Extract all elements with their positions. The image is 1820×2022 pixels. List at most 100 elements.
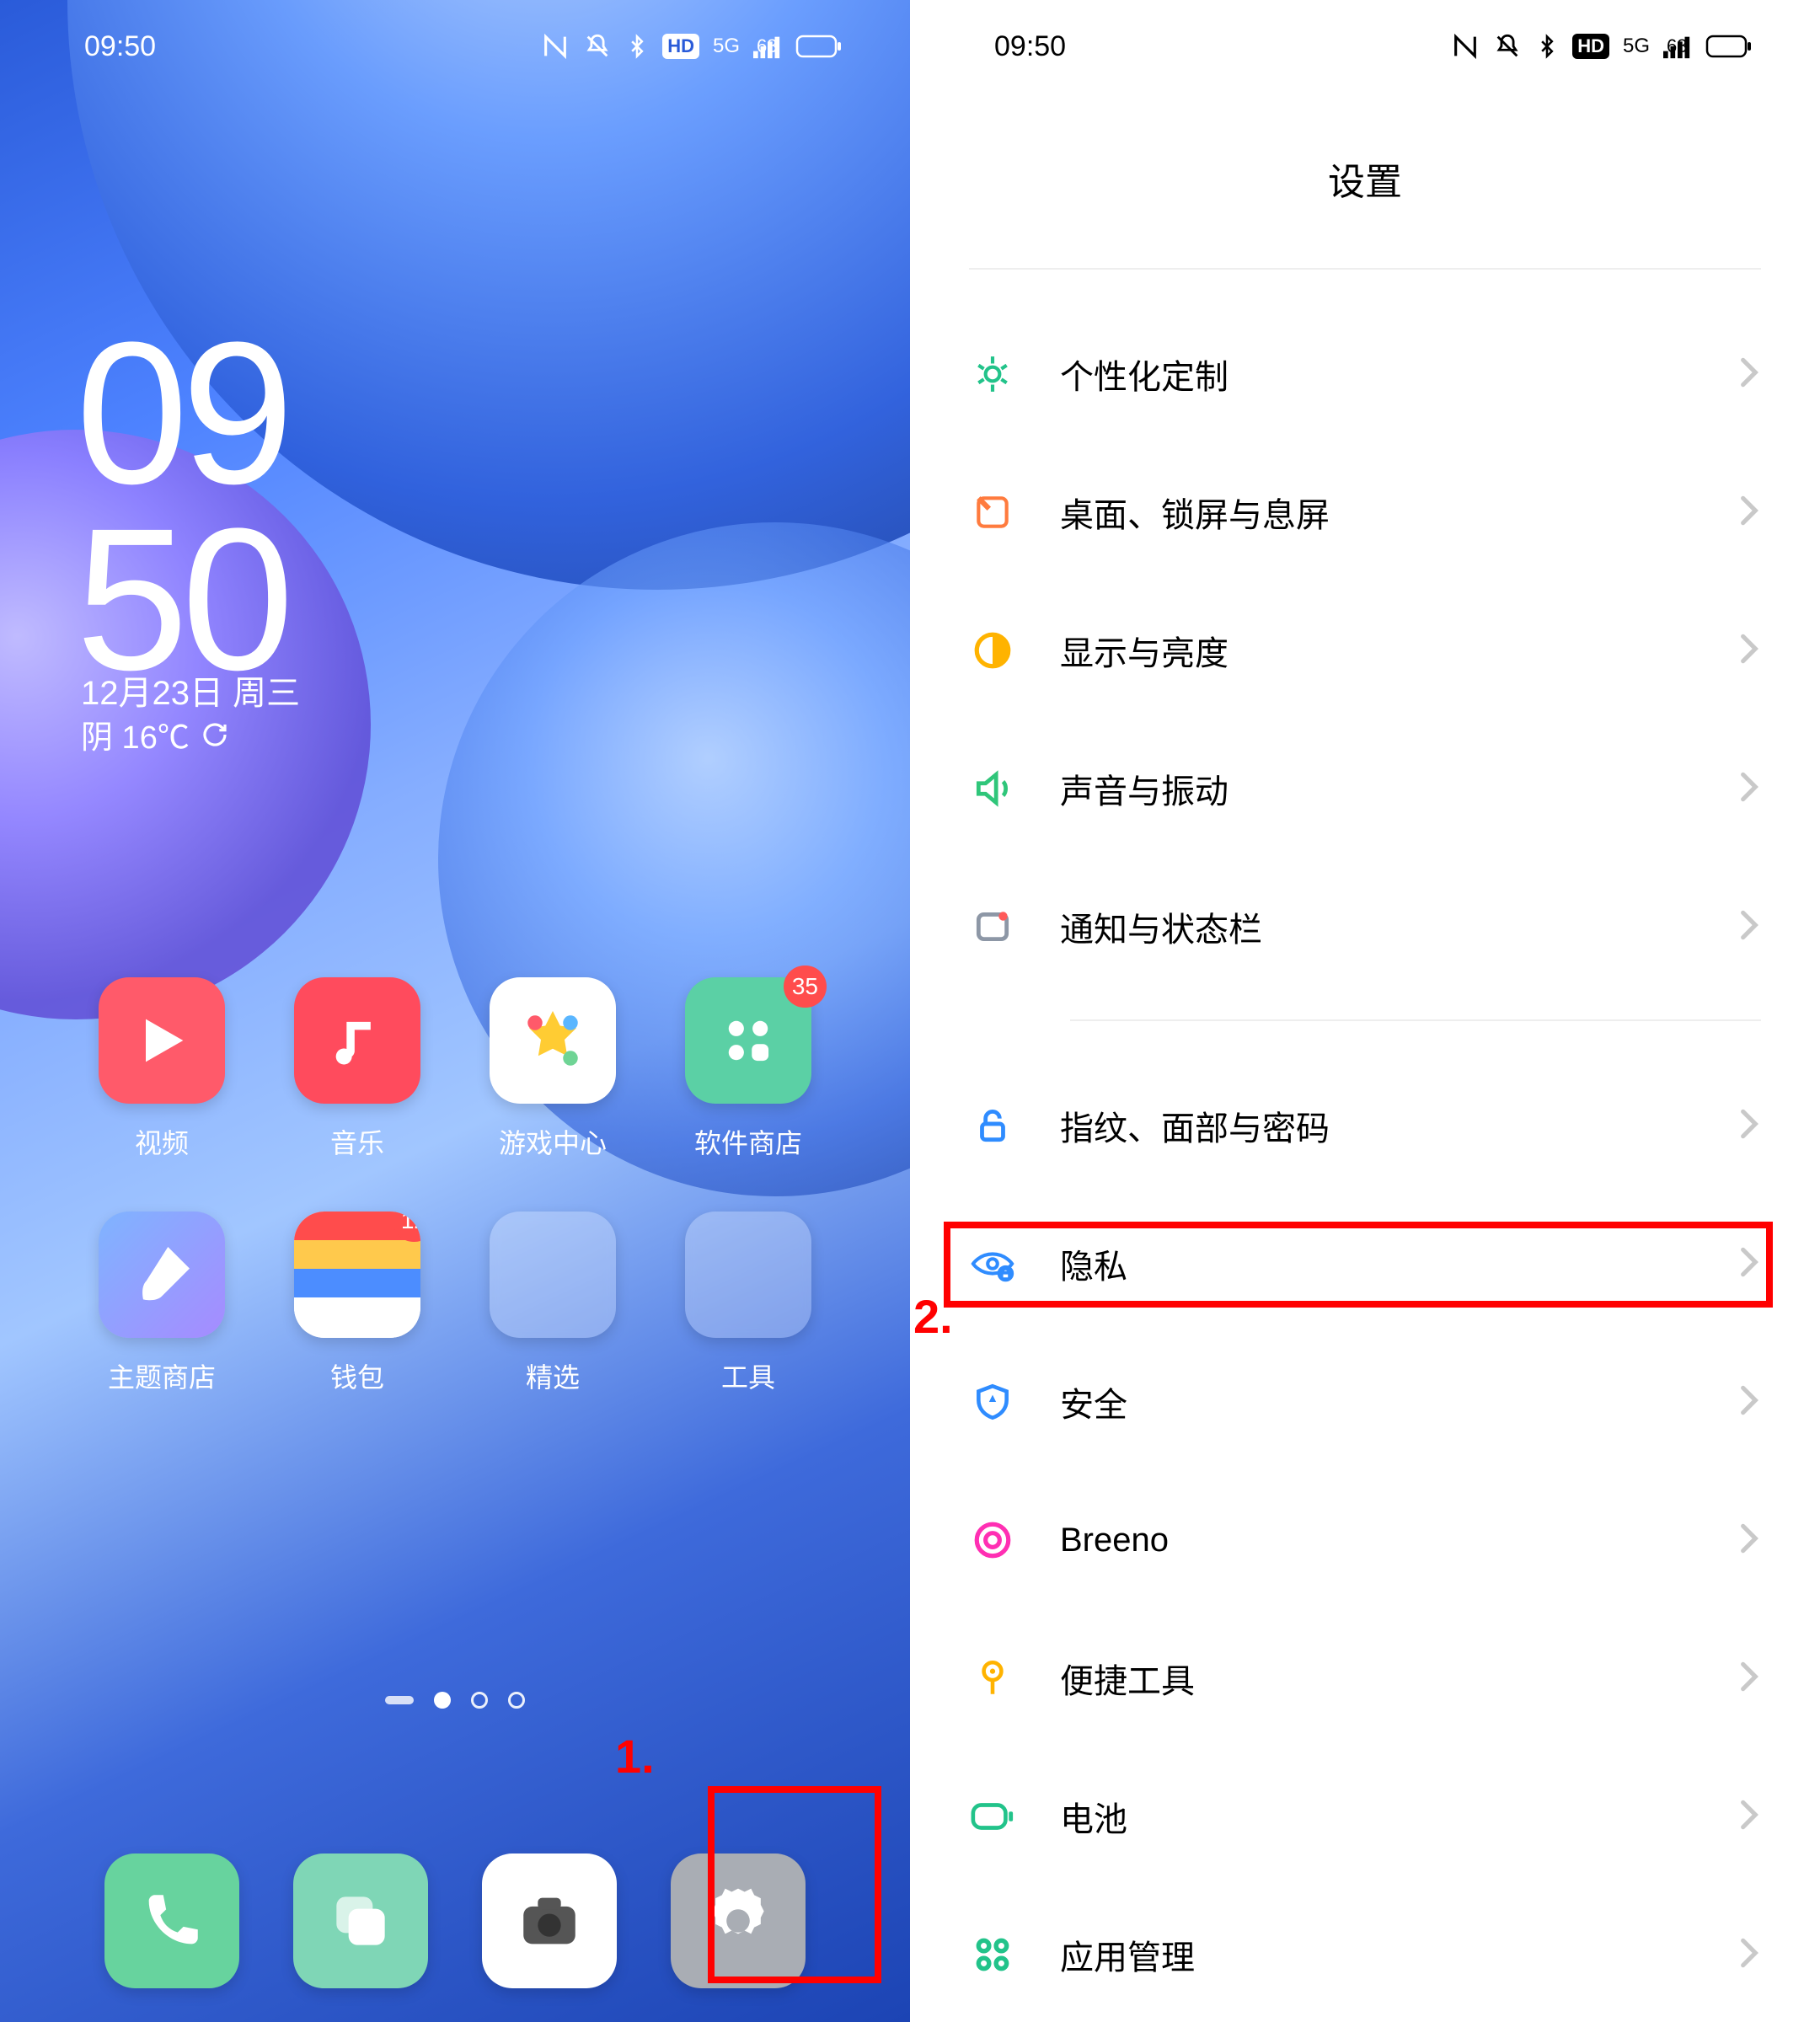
settings-row-home-lock[interactable]: 桌面、锁屏与息屏 [969, 443, 1761, 581]
weather-widget[interactable]: 阴 16℃ [81, 711, 228, 757]
privacy-icon [969, 1240, 1016, 1287]
brush-icon [125, 1238, 199, 1312]
settings-row-label: 通知与状态栏 [1060, 902, 1694, 951]
breeno-icon [969, 1516, 1016, 1564]
dock-recents[interactable] [293, 1854, 428, 1988]
status-icons: HD 5G 68 [1451, 32, 1753, 61]
settings-row-privacy[interactable]: 隐私 [969, 1195, 1761, 1333]
chevron-right-icon [1737, 1382, 1761, 1423]
app-music[interactable]: 音乐 [260, 977, 455, 1161]
battery-icon [969, 1793, 1016, 1840]
folder-icon [490, 1212, 616, 1338]
status-icons: HD 5G 68 [541, 32, 843, 61]
bluetooth-icon [1535, 32, 1559, 61]
settings-row-security[interactable]: 安全 [969, 1333, 1761, 1471]
app-video[interactable]: 视频 [64, 977, 260, 1161]
settings-row-label: 显示与亮度 [1060, 626, 1694, 675]
camera-icon [515, 1886, 584, 1955]
settings-row-battery[interactable]: 电池 [969, 1747, 1761, 1886]
folder-icon [685, 1212, 811, 1338]
dock-settings[interactable] [671, 1854, 806, 1988]
settings-row-lock[interactable]: 指纹、面部与密码 [969, 1056, 1761, 1195]
app-wallet[interactable]: 12 钱包 [260, 1212, 455, 1395]
gear-icon [699, 1882, 777, 1960]
settings-row-label: 声音与振动 [1060, 764, 1694, 813]
app-grid: 视频 音乐 游戏中心 35 软件商店 主题商店 [0, 977, 910, 1395]
music-icon [325, 1008, 389, 1073]
page-dot-active [434, 1692, 451, 1709]
settings-row-label: 指纹、面部与密码 [1060, 1101, 1694, 1150]
settings-row-label: 应用管理 [1060, 1930, 1694, 1979]
settings-row-label: 桌面、锁屏与息屏 [1060, 488, 1694, 537]
personalize-icon [969, 350, 1016, 398]
page-title: 设置 [910, 152, 1820, 206]
date-widget[interactable]: 12月23日 周三 [81, 666, 300, 714]
refresh-icon [201, 721, 228, 748]
clock-widget[interactable]: 09 50 [76, 320, 287, 693]
dock-camera[interactable] [482, 1854, 617, 1988]
folder-featured[interactable]: 精选 [455, 1212, 650, 1395]
settings-row-sound[interactable]: 声音与振动 [969, 719, 1761, 858]
settings-row-label: 电池 [1060, 1792, 1694, 1841]
chevron-right-icon [1737, 630, 1761, 671]
chevron-right-icon [1737, 1934, 1761, 1976]
bluetooth-icon [625, 32, 649, 61]
app-store[interactable]: 35 软件商店 [650, 977, 846, 1161]
settings-row-notification[interactable]: 通知与状态栏 [969, 858, 1761, 996]
chevron-right-icon [1737, 354, 1761, 395]
page-dot [508, 1692, 525, 1709]
mute-icon [583, 32, 612, 61]
settings-row-label: 安全 [1060, 1377, 1694, 1426]
dock [0, 1854, 910, 1988]
display-icon [969, 627, 1016, 674]
settings-row-label: 隐私 [1060, 1239, 1694, 1288]
security-icon [969, 1378, 1016, 1426]
settings-row-label: 便捷工具 [1060, 1654, 1694, 1703]
home-lock-icon [969, 489, 1016, 536]
folder-tools[interactable]: 工具 [650, 1212, 846, 1395]
chevron-right-icon [1737, 1105, 1761, 1147]
settings-row-tools[interactable]: 便捷工具 [969, 1609, 1761, 1747]
status-bar: 09:50 HD 5G 68 [910, 0, 1820, 93]
dock-phone[interactable] [104, 1854, 239, 1988]
star-multi-icon [517, 1005, 588, 1076]
badge: 35 [784, 966, 827, 1008]
settings-screen: 09:50 HD 5G 68 设置 2. 个性化定制 桌面、锁屏与息屏 显示与亮… [910, 0, 1820, 2022]
app-game-center[interactable]: 游戏中心 [455, 977, 650, 1161]
chevron-right-icon [1737, 907, 1761, 948]
battery-indicator: 68 [795, 34, 843, 59]
nfc-icon [1451, 32, 1480, 61]
settings-row-display[interactable]: 显示与亮度 [969, 581, 1761, 719]
home-screen: 09:50 HD 5G 68 09 50 12月23日 周三 阴 16℃ 视频 [0, 0, 910, 2022]
chevron-right-icon [1737, 1520, 1761, 1561]
settings-row-personalize[interactable]: 个性化定制 [969, 305, 1761, 443]
chevron-right-icon [1737, 1658, 1761, 1699]
hd-icon: HD [662, 34, 699, 59]
tools-icon [969, 1655, 1016, 1702]
page-indicator[interactable] [0, 1692, 910, 1709]
chevron-right-icon [1737, 768, 1761, 810]
recents-icon [324, 1885, 397, 1957]
page-dot [471, 1692, 488, 1709]
lock-icon [969, 1102, 1016, 1149]
battery-indicator: 68 [1705, 34, 1753, 59]
annotation-1-label: 1. [615, 1729, 655, 1784]
status-bar: 09:50 HD 5G 68 [0, 0, 910, 93]
mute-icon [1493, 32, 1522, 61]
clock-minutes: 50 [76, 506, 287, 693]
settings-row-breeno[interactable]: Breeno [969, 1471, 1761, 1609]
sound-icon [969, 765, 1016, 812]
settings-row-label: 个性化定制 [1060, 350, 1694, 399]
settings-list: 个性化定制 桌面、锁屏与息屏 显示与亮度 声音与振动 通知与状态栏 指纹、面部与… [910, 268, 1820, 2022]
chevron-right-icon [1737, 492, 1761, 533]
hd-icon: HD [1572, 34, 1609, 59]
network-type: 5G [713, 35, 740, 58]
page-dot [385, 1696, 414, 1704]
settings-row-apps[interactable]: 应用管理 [969, 1886, 1761, 2022]
chevron-right-icon [1737, 1244, 1761, 1285]
settings-row-label: Breeno [1060, 1522, 1694, 1559]
chevron-right-icon [1737, 1796, 1761, 1837]
play-icon [130, 1008, 194, 1073]
apps-icon [969, 1931, 1016, 1978]
app-theme-store[interactable]: 主题商店 [64, 1212, 260, 1395]
